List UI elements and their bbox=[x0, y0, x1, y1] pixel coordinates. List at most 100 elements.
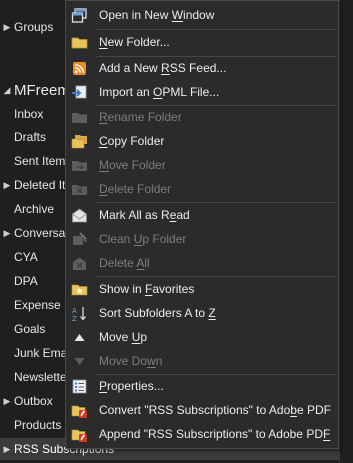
menu-item-label: Show in Favorites bbox=[99, 282, 195, 296]
menu-item-label: Move Folder bbox=[99, 158, 166, 172]
groups-label: Groups bbox=[14, 20, 54, 34]
folder-label: Sent Item bbox=[14, 154, 66, 168]
folder-label: Deleted It bbox=[14, 178, 66, 192]
menu-item-label: Move Down bbox=[99, 354, 163, 368]
folder-copy-icon bbox=[71, 133, 88, 150]
menu-item-label: Import an OPML File... bbox=[99, 85, 220, 99]
menu-item-label: Mark All as Read bbox=[99, 208, 190, 222]
triangle-up-icon bbox=[71, 329, 88, 346]
folder-deleted-items[interactable]: ▶ Deleted It bbox=[0, 174, 66, 196]
menu-item-mark-all-read[interactable]: Mark All as Read bbox=[66, 204, 338, 227]
properties-icon bbox=[71, 378, 88, 395]
menu-item-label: New Folder... bbox=[99, 35, 170, 49]
menu-item-label: Append "RSS Subscriptions" to Adobe PDF bbox=[99, 427, 331, 441]
menu-item-convert-to-pdf[interactable]: Convert "RSS Subscriptions" to Adobe PDF bbox=[66, 399, 338, 422]
mailbox-header[interactable]: ◢ MFreem bbox=[0, 79, 70, 101]
folder-context-menu: Open in New Window New Folder... Add a N… bbox=[65, 0, 339, 449]
folder-label: Newslette bbox=[14, 370, 66, 384]
folder-move-icon bbox=[71, 157, 88, 174]
folder-junk-email[interactable]: Junk Ema bbox=[0, 342, 66, 364]
folder-archive[interactable]: Archive bbox=[0, 198, 66, 220]
folder-goals[interactable]: Goals bbox=[0, 318, 66, 340]
expand-arrow-icon[interactable]: ▶ bbox=[0, 228, 14, 239]
folder-label: CYA bbox=[14, 250, 38, 264]
folder-cya[interactable]: CYA bbox=[0, 246, 66, 268]
menu-item-label: Copy Folder bbox=[99, 134, 165, 148]
sort-icon: AZ bbox=[71, 305, 88, 322]
menu-item-open-in-new-window[interactable]: Open in New Window bbox=[66, 4, 338, 27]
folder-sent-items[interactable]: Sent Item bbox=[0, 150, 66, 172]
menu-item-rename-folder[interactable]: Rename Folder bbox=[66, 106, 338, 129]
menu-item-label: Delete All bbox=[99, 256, 150, 270]
folder-expense-reports[interactable]: Expense R bbox=[0, 294, 66, 316]
menu-item-label: Properties... bbox=[99, 379, 164, 393]
menu-item-label: Sort Subfolders A to Z bbox=[99, 306, 216, 320]
folder-icon bbox=[71, 34, 88, 51]
collapse-arrow-icon[interactable]: ◢ bbox=[0, 85, 14, 96]
menu-item-label: Clean Up Folder bbox=[99, 232, 187, 246]
rss-icon bbox=[71, 60, 88, 77]
pdf-icon bbox=[71, 426, 88, 443]
menu-item-add-rss-feed[interactable]: Add a New RSS Feed... bbox=[66, 57, 338, 80]
folder-outbox[interactable]: ▶ Outbox bbox=[0, 390, 66, 412]
folder-delete-icon bbox=[71, 181, 88, 198]
folder-label: Expense R bbox=[14, 298, 66, 312]
import-icon bbox=[71, 84, 88, 101]
menu-item-copy-folder[interactable]: Copy Folder bbox=[66, 130, 338, 153]
star-folder-icon bbox=[71, 281, 88, 298]
menu-item-delete-folder[interactable]: Delete Folder bbox=[66, 178, 338, 201]
menu-item-label: Delete Folder bbox=[99, 182, 172, 196]
menu-item-move-down[interactable]: Move Down bbox=[66, 350, 338, 373]
folder-icon bbox=[71, 109, 88, 126]
outlook-window: ▶ Groups ◢ MFreem Inbox Drafts Sent Item… bbox=[0, 0, 353, 463]
expand-arrow-icon[interactable]: ▶ bbox=[0, 444, 14, 455]
svg-text:A: A bbox=[72, 307, 77, 315]
expand-arrow-icon[interactable]: ▶ bbox=[0, 396, 14, 407]
folder-label: Junk Ema bbox=[14, 346, 66, 360]
pdf-icon bbox=[71, 402, 88, 419]
expand-arrow-icon[interactable]: ▶ bbox=[0, 180, 14, 191]
mailbox-label: MFreem bbox=[14, 81, 70, 99]
folder-label: Outbox bbox=[14, 394, 53, 408]
folder-conversation[interactable]: ▶ Conversat bbox=[0, 222, 66, 244]
triangle-down-icon bbox=[71, 353, 88, 370]
pane-divider bbox=[339, 0, 340, 463]
menu-separator bbox=[96, 202, 336, 203]
folder-products[interactable]: Products bbox=[0, 414, 66, 436]
menu-item-clean-up-folder[interactable]: Clean Up Folder bbox=[66, 228, 338, 251]
menu-item-new-folder[interactable]: New Folder... bbox=[66, 31, 338, 54]
menu-item-label: Open in New Window bbox=[99, 8, 215, 22]
folder-dpa[interactable]: DPA bbox=[0, 270, 66, 292]
menu-item-properties[interactable]: Properties... bbox=[66, 375, 338, 398]
folder-label: Conversat bbox=[14, 226, 66, 240]
menu-item-move-up[interactable]: Move Up bbox=[66, 326, 338, 349]
folder-label: Drafts bbox=[14, 130, 47, 144]
svg-text:Z: Z bbox=[72, 315, 77, 322]
window-icon bbox=[71, 7, 88, 24]
folder-label: DPA bbox=[14, 274, 38, 288]
expand-arrow-icon[interactable]: ▶ bbox=[0, 22, 14, 33]
folder-inbox[interactable]: Inbox bbox=[0, 103, 66, 125]
menu-item-move-folder[interactable]: Move Folder bbox=[66, 154, 338, 177]
menu-item-show-in-favorites[interactable]: Show in Favorites bbox=[66, 278, 338, 301]
folder-drafts[interactable]: Drafts bbox=[0, 126, 66, 148]
menu-item-append-to-pdf[interactable]: Append "RSS Subscriptions" to Adobe PDF bbox=[66, 423, 338, 446]
menu-item-label: Rename Folder bbox=[99, 110, 182, 124]
delete-all-icon bbox=[71, 255, 88, 272]
folder-newsletters[interactable]: Newslette bbox=[0, 366, 66, 388]
menu-item-label: Move Up bbox=[99, 330, 148, 344]
menu-separator bbox=[96, 276, 336, 277]
folder-label: Archive bbox=[14, 202, 55, 216]
menu-item-sort-subfolders[interactable]: AZ Sort Subfolders A to Z bbox=[66, 302, 338, 325]
envelope-open-icon bbox=[71, 207, 88, 224]
clean-up-icon bbox=[71, 231, 88, 248]
menu-item-delete-all[interactable]: Delete All bbox=[66, 252, 338, 275]
folder-label: Goals bbox=[14, 322, 46, 336]
folder-label: Inbox bbox=[14, 107, 44, 121]
menu-item-label: Add a New RSS Feed... bbox=[99, 61, 227, 75]
menu-item-import-opml[interactable]: Import an OPML File... bbox=[66, 81, 338, 104]
menu-separator bbox=[96, 29, 336, 30]
folder-label: Products bbox=[14, 418, 62, 432]
groups-header[interactable]: ▶ Groups bbox=[0, 16, 70, 38]
menu-item-label: Convert "RSS Subscriptions" to Adobe PDF bbox=[99, 403, 331, 417]
